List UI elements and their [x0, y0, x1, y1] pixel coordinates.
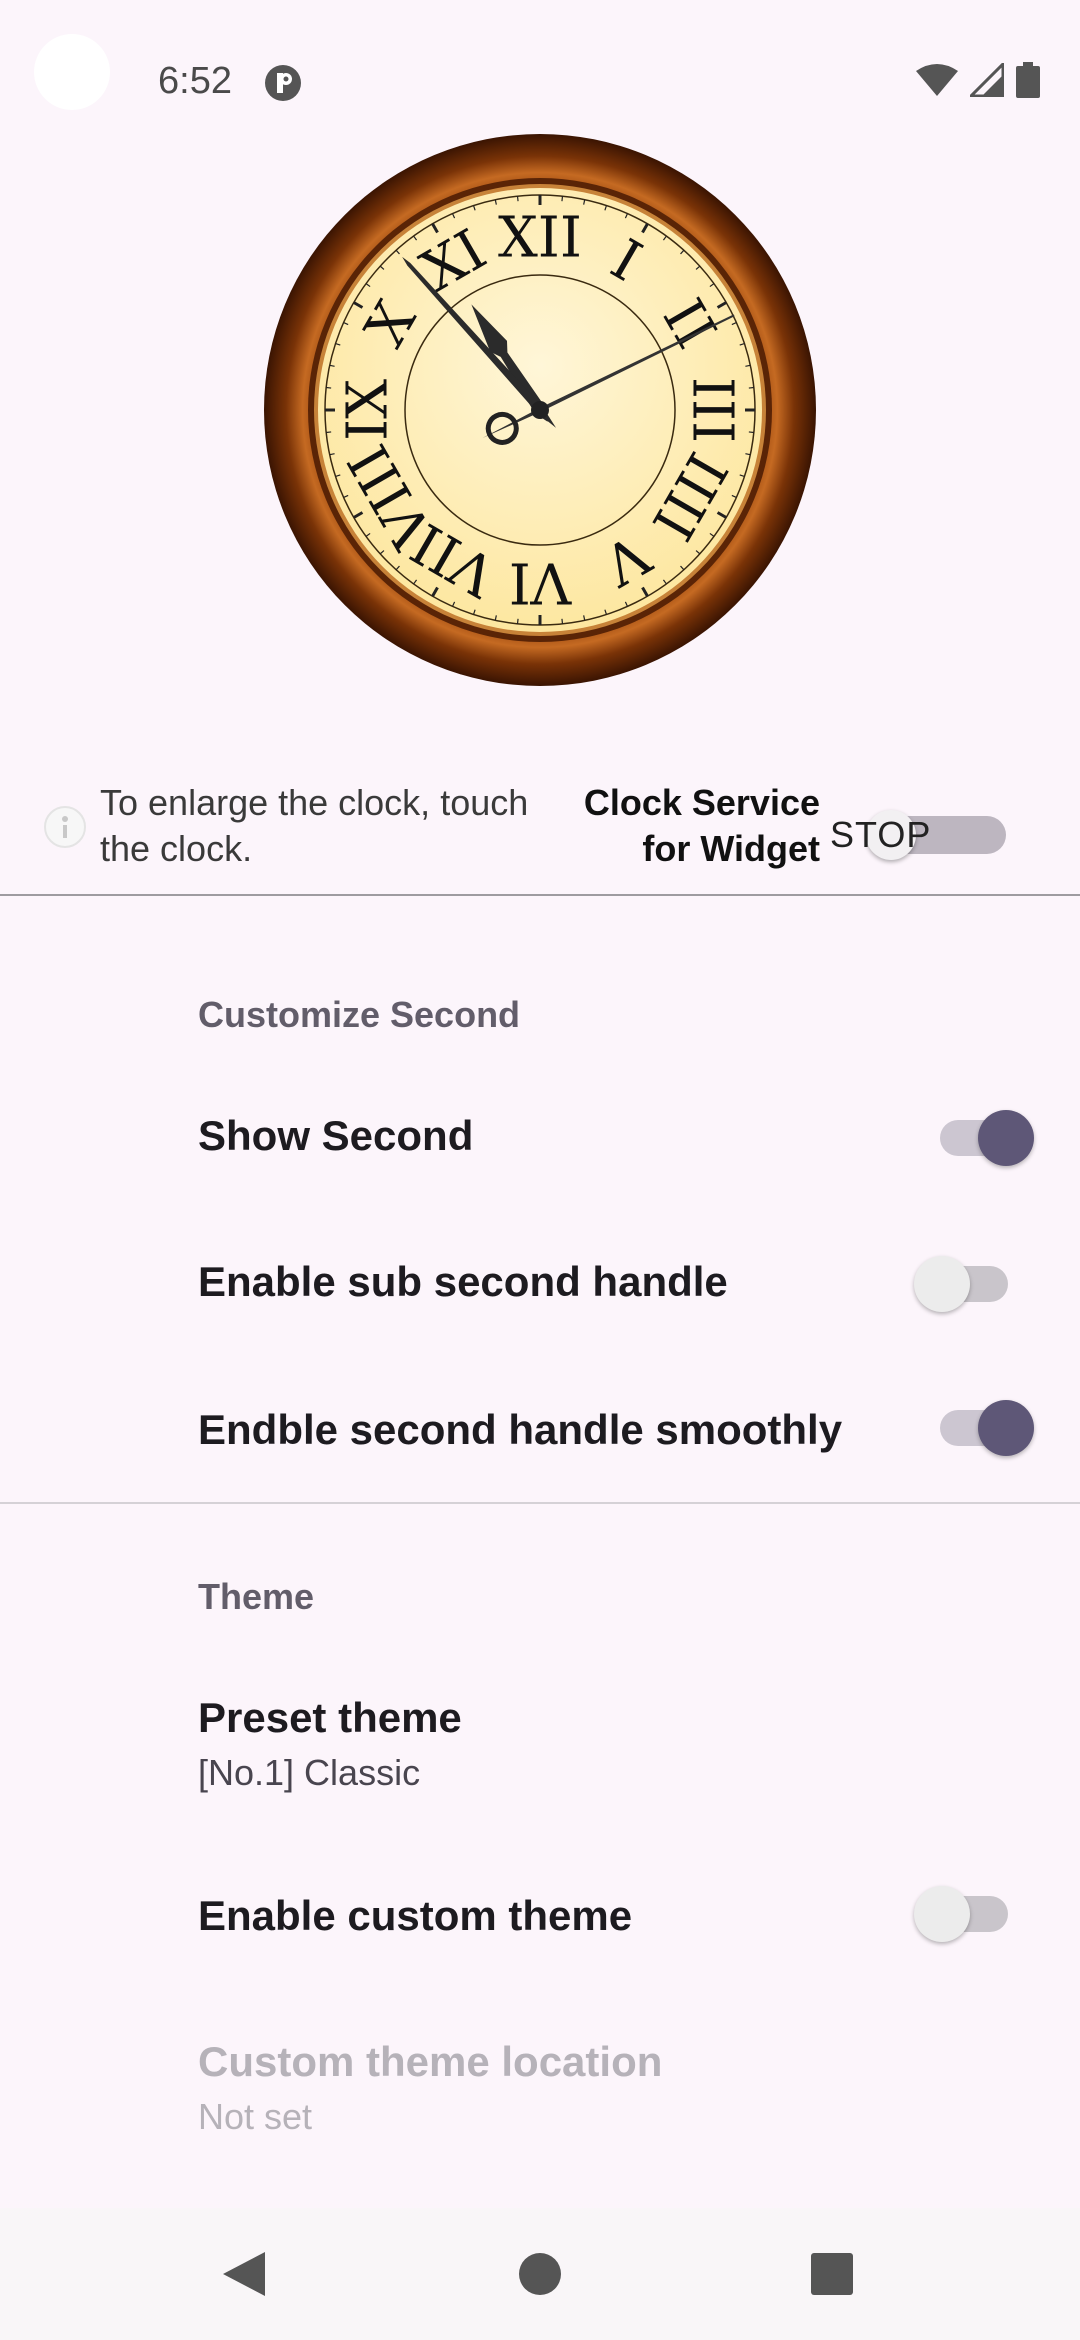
home-button[interactable]	[480, 2208, 600, 2340]
clock-numeral: III	[680, 377, 745, 443]
signal-icon	[970, 63, 1004, 97]
pref-show-second[interactable]: Show Second	[0, 1090, 1080, 1186]
pref-summary: [No.1] Classic	[198, 1752, 421, 1793]
clock-numeral: XII	[498, 206, 582, 271]
switch-thumb	[978, 1400, 1034, 1456]
pref-summary: Not set	[198, 2096, 313, 2137]
sub-second-handle-switch[interactable]	[914, 1254, 1014, 1314]
status-icons	[916, 62, 1040, 98]
clock-service-label: Clock Service for Widget	[584, 780, 820, 872]
enlarge-hint-line1: To enlarge the clock, touch	[100, 782, 529, 823]
pref-title: Enable custom theme	[198, 1892, 633, 1939]
app-notification-icon	[265, 65, 301, 101]
clock-service-line2: for Widget	[642, 828, 820, 869]
pref-sub-second-handle[interactable]: Enable sub second handle	[0, 1236, 1080, 1332]
show-second-switch[interactable]	[934, 1108, 1034, 1168]
status-time: 6:52	[158, 60, 232, 102]
clock-tick	[326, 431, 332, 434]
clock-tick	[326, 386, 332, 389]
pref-title: Custom theme location	[198, 2038, 663, 2085]
camera-cutout	[34, 34, 110, 110]
enlarge-hint-line2: the clock.	[100, 828, 253, 869]
pref-custom-theme-location: Custom theme location Not set	[0, 2030, 1080, 2170]
clock-tick	[516, 618, 519, 624]
navigation-bar	[0, 2208, 1080, 2340]
switch-thumb	[914, 1886, 970, 1942]
divider	[0, 894, 1080, 896]
clock-numeral: IX	[336, 379, 401, 441]
wifi-icon	[916, 64, 958, 96]
switch-thumb	[978, 1110, 1034, 1166]
recents-icon	[811, 2253, 853, 2295]
divider	[0, 1502, 1080, 1504]
back-button[interactable]	[184, 2208, 304, 2340]
clock-service-line1: Clock Service	[583, 782, 820, 823]
clock-tick	[748, 386, 754, 389]
pref-enable-custom-theme[interactable]: Enable custom theme	[0, 1868, 1080, 1964]
pref-smooth-second-handle[interactable]: Endble second handle smoothly	[0, 1382, 1080, 1478]
section-header-theme: Theme	[198, 1576, 315, 1617]
switch-thumb	[914, 1256, 970, 1312]
recents-button[interactable]	[772, 2208, 892, 2340]
pref-title: Show Second	[198, 1112, 474, 1159]
info-row: To enlarge the clock, touch the clock. C…	[0, 770, 1080, 900]
clock-service-switch[interactable]: STOP	[830, 800, 1006, 860]
back-icon	[223, 2252, 265, 2296]
clock-tick	[561, 618, 564, 624]
switch-stop-label: STOP	[830, 814, 932, 855]
clock-tick	[516, 196, 519, 202]
pref-preset-theme[interactable]: Preset theme [No.1] Classic	[0, 1680, 1080, 1820]
clock-tick	[561, 196, 564, 202]
clock-tick	[748, 431, 754, 434]
analog-clock[interactable]: XII I II III IIII V VI VII VIII IX X XI	[264, 134, 816, 686]
section-header-customize-second: Customize Second	[198, 994, 521, 1035]
clock-face-icon: XII IIIIIIIIIIVVIVIIVIIIIXXXI	[264, 134, 816, 686]
home-icon	[519, 2253, 561, 2295]
enlarge-hint: To enlarge the clock, touch the clock.	[100, 780, 580, 872]
battery-icon	[1016, 62, 1040, 98]
clock-numeral: VI	[509, 550, 573, 615]
pref-title: Preset theme	[198, 1694, 462, 1741]
info-icon	[44, 806, 86, 848]
pref-title: Enable sub second handle	[198, 1258, 728, 1305]
custom-theme-switch[interactable]	[914, 1884, 1014, 1944]
pref-title: Endble second handle smoothly	[198, 1406, 843, 1453]
smooth-second-handle-switch[interactable]	[934, 1398, 1034, 1458]
